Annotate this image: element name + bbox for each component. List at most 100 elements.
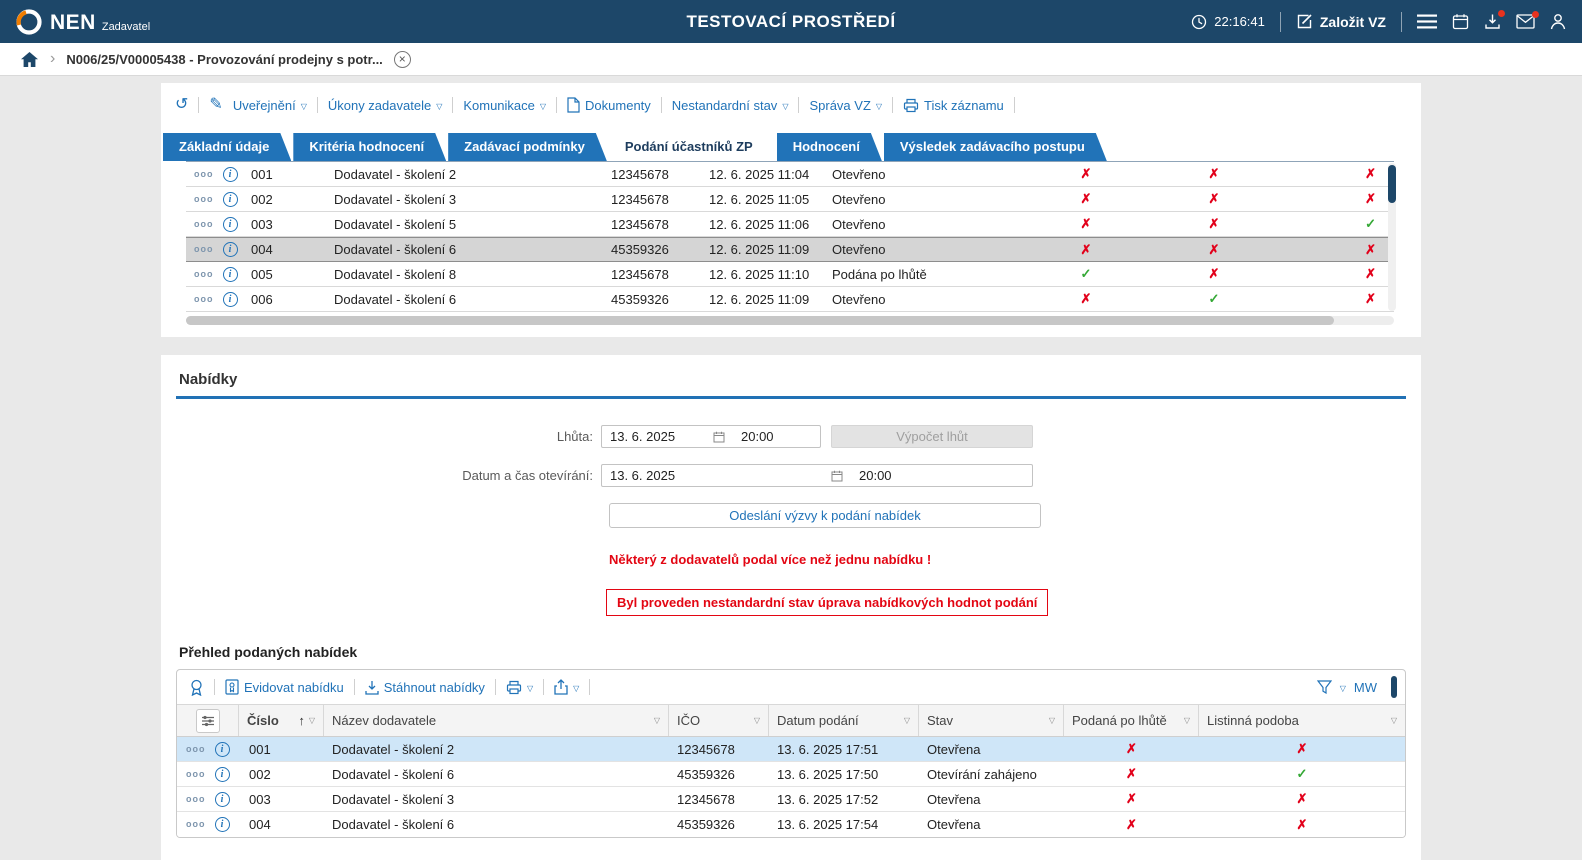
row-menu-icon[interactable]: ooo [194, 170, 214, 179]
calendar-icon[interactable] [1452, 13, 1469, 30]
close-record-icon[interactable]: × [394, 51, 411, 68]
row-menu-icon[interactable]: ooo [186, 820, 206, 829]
refresh-icon[interactable]: ↺ [175, 97, 188, 113]
toolbar-item-sprava-vz[interactable]: Správa VZ ▽ [809, 98, 882, 113]
edit-pencil-icon[interactable]: ✎ [209, 97, 222, 113]
filter-caret-icon[interactable]: ▽ [1049, 716, 1055, 725]
toolbar-item-uverejneni[interactable]: Uveřejnění ▽ [233, 98, 307, 113]
column-settings-icon[interactable] [196, 709, 220, 733]
column-header-datum-podani[interactable]: Datum podání ▽ [769, 705, 919, 736]
info-icon[interactable]: i [215, 767, 230, 782]
sort-asc-icon[interactable]: ↑ [298, 713, 305, 728]
table-row[interactable]: ooo i 002 Dodavatel - školení 3 12345678… [186, 187, 1394, 212]
deadline-datetime-input[interactable]: 13. 6. 2025 20:00 [601, 425, 821, 448]
opening-date-field[interactable]: 13. 6. 2025 [602, 468, 850, 483]
create-vz-button[interactable]: Založit VZ [1296, 13, 1386, 30]
calendar-small-icon[interactable] [713, 431, 725, 443]
award-icon[interactable] [189, 679, 204, 696]
warning-nonstandard: Byl proveden nestandardní stav úprava na… [606, 589, 1048, 616]
panel-scrollbar-thumb[interactable] [1391, 676, 1397, 698]
scrollbar-thumb[interactable] [186, 316, 1334, 325]
column-header-stav[interactable]: Stav ▽ [919, 705, 1064, 736]
row-menu-icon[interactable]: ooo [186, 770, 206, 779]
info-icon[interactable]: i [215, 817, 230, 832]
toolbar-item-nestandardni-stav[interactable]: Nestandardní stav ▽ [672, 98, 789, 113]
user-icon[interactable] [1550, 13, 1566, 30]
table-row-selected[interactable]: ooo i 001 Dodavatel - školení 2 12345678… [177, 737, 1405, 762]
view-initials-label[interactable]: MW [1354, 680, 1377, 695]
info-icon[interactable]: i [223, 292, 238, 307]
chevron-down-icon[interactable]: ▽ [1340, 684, 1346, 693]
deadline-time-value[interactable]: 20:00 [732, 429, 820, 444]
menu-icon[interactable] [1417, 14, 1437, 29]
mail-icon[interactable] [1516, 14, 1535, 29]
nen-logo[interactable]: NEN Zadavatel [14, 7, 150, 37]
info-icon[interactable]: i [223, 167, 238, 182]
table-row[interactable]: ooo i 002 Dodavatel - školení 6 45359326… [177, 762, 1405, 787]
tab-vysledek-zadavaciho-postupu[interactable]: Výsledek zadávacího postupu [884, 133, 1107, 161]
filter-caret-icon[interactable]: ▽ [904, 716, 910, 725]
table-row[interactable]: ooo i 006 Dodavatel - školení 6 45359326… [186, 287, 1394, 312]
opening-datetime-input[interactable]: 13. 6. 2025 20:00 [601, 464, 1033, 487]
row-menu-icon[interactable]: ooo [186, 795, 206, 804]
table-row[interactable]: ooo i 001 Dodavatel - školení 2 12345678… [186, 162, 1394, 187]
filter-icon[interactable] [1317, 680, 1332, 694]
cell-mark: ✗ [1365, 191, 1376, 207]
table-row[interactable]: ooo i 003 Dodavatel - školení 5 12345678… [186, 212, 1394, 237]
record-toolbar: ↺ ✎ Uveřejnění ▽ Úkony zadavatele ▽ Komu… [161, 87, 1421, 117]
column-header-cislo[interactable]: Číslo ↑ ▽ [239, 705, 324, 736]
table-row[interactable]: ooo i 005 Dodavatel - školení 8 12345678… [186, 262, 1394, 287]
row-menu-icon[interactable]: ooo [194, 220, 214, 229]
downloads-icon[interactable] [1484, 13, 1501, 30]
row-menu-icon[interactable]: ooo [186, 745, 206, 754]
toolbar-item-tisk-zaznamu[interactable]: Tisk záznamu [903, 98, 1004, 113]
vertical-scrollbar[interactable] [1388, 163, 1396, 311]
filter-caret-icon[interactable]: ▽ [654, 716, 660, 725]
horizontal-scrollbar[interactable] [186, 316, 1394, 325]
toolbar-item-komunikace[interactable]: Komunikace ▽ [463, 98, 546, 113]
print-menu-button[interactable]: ▽ [506, 680, 533, 695]
info-icon[interactable]: i [223, 242, 238, 257]
info-icon[interactable]: i [223, 217, 238, 232]
toolbar-item-ukony-zadavatele[interactable]: Úkony zadavatele ▽ [328, 98, 443, 113]
tab-podani-ucastniku-zp[interactable]: Podání účastníků ZP [609, 133, 775, 161]
table-row[interactable]: ooo i 004 Dodavatel - školení 6 45359326… [177, 812, 1405, 837]
row-menu-icon[interactable]: ooo [194, 295, 214, 304]
row-menu-icon[interactable]: ooo [194, 245, 214, 254]
filter-caret-icon[interactable]: ▽ [754, 716, 760, 725]
column-label: Stav [927, 713, 953, 728]
column-header-nazev-dodavatele[interactable]: Název dodavatele ▽ [324, 705, 669, 736]
compute-deadlines-button[interactable]: Výpočet lhůt [831, 425, 1033, 448]
tab-zakladni-udaje[interactable]: Základní údaje [163, 133, 291, 161]
cell-number: 002 [239, 767, 324, 782]
toolbar-item-dokumenty[interactable]: Dokumenty [567, 97, 651, 113]
header-actions: 22:16:41 Založit VZ [1191, 12, 1566, 32]
send-invite-button[interactable]: Odeslání výzvy k podání nabídek [609, 503, 1041, 528]
opening-time-value[interactable]: 20:00 [850, 468, 1032, 483]
scrollbar-thumb[interactable] [1388, 165, 1396, 203]
tab-hodnoceni[interactable]: Hodnocení [777, 133, 882, 161]
column-header-podana-po-lhute[interactable]: Podaná po lhůtě ▽ [1064, 705, 1199, 736]
info-icon[interactable]: i [215, 742, 230, 757]
info-icon[interactable]: i [215, 792, 230, 807]
calendar-small-icon[interactable] [831, 470, 843, 482]
row-menu-icon[interactable]: ooo [194, 270, 214, 279]
tab-kriteria-hodnoceni[interactable]: Kritéria hodnocení [293, 133, 446, 161]
home-icon[interactable] [20, 51, 39, 68]
info-icon[interactable]: i [223, 267, 238, 282]
column-header-listinna-podoba[interactable]: Listinná podoba ▽ [1199, 705, 1405, 736]
filter-caret-icon[interactable]: ▽ [309, 716, 315, 725]
info-icon[interactable]: i [223, 192, 238, 207]
evidovat-nabidku-button[interactable]: Evidovat nabídku [225, 679, 344, 695]
table-row[interactable]: ooo i 003 Dodavatel - školení 3 12345678… [177, 787, 1405, 812]
breadcrumb-record-label[interactable]: N006/25/V00005438 - Provozování prodejny… [66, 52, 382, 67]
filter-caret-icon[interactable]: ▽ [1391, 716, 1397, 725]
tab-zadavaci-podminky[interactable]: Zadávací podmínky [448, 133, 607, 161]
deadline-date-field[interactable]: 13. 6. 2025 [602, 429, 732, 444]
export-menu-button[interactable]: ▽ [554, 679, 579, 695]
table-row-selected[interactable]: ooo i 004 Dodavatel - školení 6 45359326… [186, 237, 1394, 262]
column-header-ico[interactable]: IČO ▽ [669, 705, 769, 736]
stahnout-nabidky-button[interactable]: Stáhnout nabídky [365, 680, 485, 695]
row-menu-icon[interactable]: ooo [194, 195, 214, 204]
filter-caret-icon[interactable]: ▽ [1184, 716, 1190, 725]
